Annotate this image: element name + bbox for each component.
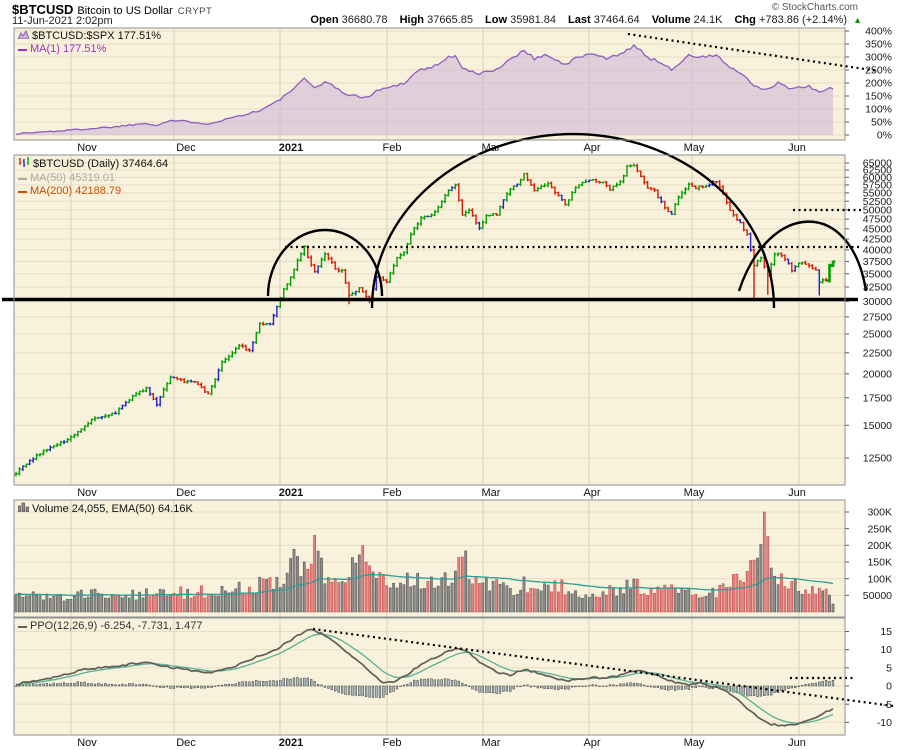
svg-text:100%: 100% <box>865 104 892 116</box>
svg-text:Dec: Dec <box>176 142 196 154</box>
svg-text:Apr: Apr <box>583 142 600 154</box>
price-legend-label: $BTCUSD (Daily) 37464.64 <box>33 158 168 171</box>
svg-text:5: 5 <box>886 662 892 674</box>
svg-text:300K: 300K <box>867 507 892 519</box>
open-value: 36680.78 <box>342 14 388 26</box>
svg-text:200%: 200% <box>865 78 892 90</box>
svg-text:400%: 400% <box>865 26 892 38</box>
ma50-legend-label: MA(50) 45319.01 <box>30 172 115 185</box>
svg-text:Dec: Dec <box>176 487 196 499</box>
svg-text:Apr: Apr <box>583 737 600 749</box>
svg-text:250K: 250K <box>867 523 892 535</box>
low-value: 35981.84 <box>510 14 556 26</box>
svg-text:12500: 12500 <box>863 453 892 465</box>
high-value: 37665.85 <box>427 14 473 26</box>
exchange-tag: CRYPT <box>178 6 213 17</box>
chart-datetime: 11-Jun-2021 2:02pm <box>12 15 113 27</box>
svg-text:Dec: Dec <box>176 737 196 749</box>
open-label: Open <box>310 14 338 26</box>
svg-text:150K: 150K <box>867 557 892 569</box>
stockcharts-chart: 400%350%300%250%200%150%100%50%0%6500062… <box>0 0 900 750</box>
low-label: Low <box>485 14 507 26</box>
chg-label: Chg <box>734 14 755 26</box>
svg-text:Jun: Jun <box>788 487 806 499</box>
svg-text:15000: 15000 <box>863 420 892 432</box>
svg-text:Nov: Nov <box>77 487 97 499</box>
copyright-label: © StockCharts.com <box>772 2 858 13</box>
svg-text:22500: 22500 <box>863 347 892 359</box>
svg-text:17500: 17500 <box>863 392 892 404</box>
svg-text:Jun: Jun <box>788 142 806 154</box>
svg-text:Nov: Nov <box>77 737 97 749</box>
ratio-legend-label: $BTCUSD:$SPX 177.51% <box>32 30 161 43</box>
svg-text:-10: -10 <box>877 717 892 729</box>
ma200-line-icon <box>18 191 27 193</box>
svg-text:40000: 40000 <box>863 244 892 256</box>
ppo-legend: PPO(12,26,9) -6.254, -7.731, 1.477 <box>18 620 202 633</box>
volume-value: 24.1K <box>694 14 723 26</box>
last-label: Last <box>568 14 591 26</box>
svg-text:32500: 32500 <box>863 282 892 294</box>
svg-text:27500: 27500 <box>863 311 892 323</box>
axis-labels: 400%350%300%250%200%150%100%50%0%6500062… <box>863 26 892 729</box>
volume-legend-label: Volume 24,055, EMA(50) 64.16K <box>32 503 193 516</box>
price-legend: $BTCUSD (Daily) 37464.64 MA(50) 45319.01… <box>18 157 168 198</box>
svg-text:Mar: Mar <box>482 487 501 499</box>
svg-text:150%: 150% <box>865 91 892 103</box>
svg-text:Mar: Mar <box>482 737 501 749</box>
volume-label: Volume <box>652 14 691 26</box>
volume-legend: Volume 24,055, EMA(50) 64.16K <box>18 502 193 516</box>
ma50-line-icon <box>18 178 27 180</box>
svg-text:Nov: Nov <box>77 142 97 154</box>
up-arrow-icon: ▲ <box>853 15 862 25</box>
price-plot-area[interactable] <box>14 155 845 485</box>
ma200-legend-label: MA(200) 42188.79 <box>30 185 121 198</box>
svg-text:Feb: Feb <box>383 487 402 499</box>
volume-bars-icon <box>18 502 29 516</box>
svg-text:35000: 35000 <box>863 268 892 280</box>
svg-text:May: May <box>684 142 705 154</box>
svg-text:50%: 50% <box>871 117 892 129</box>
svg-text:100K: 100K <box>867 573 892 585</box>
svg-text:30000: 30000 <box>863 296 892 308</box>
ppo-plot-area[interactable] <box>14 618 845 735</box>
quote-summary: Open 36680.78 High 37665.85 Low 35981.84… <box>310 14 862 26</box>
ma1-line-icon <box>18 49 27 51</box>
svg-text:15: 15 <box>880 626 892 638</box>
svg-text:350%: 350% <box>865 39 892 51</box>
svg-text:25000: 25000 <box>863 329 892 341</box>
svg-text:2021: 2021 <box>279 487 303 499</box>
svg-text:Feb: Feb <box>383 737 402 749</box>
ratio-legend: $BTCUSD:$SPX 177.51% MA(1) 177.51% <box>18 30 161 56</box>
svg-text:Apr: Apr <box>583 487 600 499</box>
area-chart-icon <box>18 30 29 43</box>
svg-text:37500: 37500 <box>863 256 892 268</box>
svg-text:Feb: Feb <box>383 142 402 154</box>
svg-text:May: May <box>684 487 705 499</box>
svg-text:10: 10 <box>880 644 892 656</box>
svg-text:200K: 200K <box>867 540 892 552</box>
svg-text:20000: 20000 <box>863 368 892 380</box>
svg-text:Jun: Jun <box>788 737 806 749</box>
svg-text:0%: 0% <box>877 130 892 142</box>
last-value: 37464.64 <box>594 14 640 26</box>
svg-text:300%: 300% <box>865 52 892 64</box>
ppo-legend-label: PPO(12,26,9) -6.254, -7.731, 1.477 <box>30 620 202 633</box>
chart-canvas[interactable]: 400%350%300%250%200%150%100%50%0%6500062… <box>0 0 900 750</box>
chg-value: +783.86 (+2.14%) <box>759 14 847 26</box>
svg-text:2021: 2021 <box>279 737 303 749</box>
svg-text:2021: 2021 <box>279 142 303 154</box>
svg-text:50000: 50000 <box>863 590 892 602</box>
svg-text:0: 0 <box>886 681 892 693</box>
svg-text:May: May <box>684 737 705 749</box>
ratio-ma-legend-label: MA(1) 177.51% <box>30 43 106 56</box>
high-label: High <box>400 14 424 26</box>
ohlc-bars-icon <box>18 157 30 172</box>
ppo-line-icon <box>18 626 27 628</box>
